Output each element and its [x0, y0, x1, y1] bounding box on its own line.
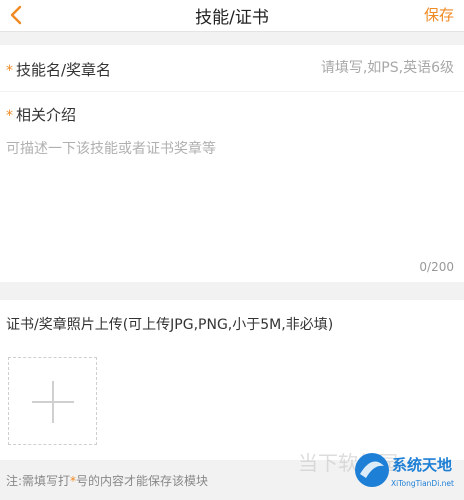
photo-upload-label: 证书/奖章照片上传(可上传JPG,PNG,小于5M,非必填): [6, 317, 334, 333]
app-header: 技能/证书 保存: [0, 0, 464, 32]
required-mark: *: [6, 108, 13, 124]
watermark-url: XiTongTianDi.net: [391, 479, 454, 488]
watermark-logo: 当下软件园 系统天地 XiTongTianDi.net: [298, 451, 454, 488]
add-photo-button[interactable]: [8, 357, 97, 445]
page-title: 技能/证书: [195, 8, 269, 28]
skill-name-label-text: 技能名/奖章名: [16, 61, 112, 79]
char-counter: 0/200: [419, 260, 454, 274]
required-mark: *: [6, 63, 13, 79]
intro-label-text: 相关介绍: [16, 106, 77, 124]
photo-upload-section: 证书/奖章照片上传(可上传JPG,PNG,小于5M,非必填): [0, 300, 464, 460]
intro-section: *相关介绍 0/200: [0, 92, 464, 282]
skill-name-input[interactable]: [204, 54, 454, 82]
watermark-brand: 系统天地: [392, 456, 452, 474]
save-button[interactable]: 保存: [424, 4, 454, 25]
skill-name-row: * 技能名/奖章名: [0, 45, 464, 91]
required-note: 注:需填写打*号的内容才能保存该模块: [6, 472, 208, 489]
note-prefix: 注:需填写打: [6, 474, 71, 488]
skill-name-label: * 技能名/奖章名: [6, 59, 111, 80]
intro-textarea[interactable]: [6, 138, 456, 248]
note-suffix: 号的内容才能保存该模块: [76, 474, 209, 488]
intro-label: * 相关介绍: [6, 104, 76, 125]
